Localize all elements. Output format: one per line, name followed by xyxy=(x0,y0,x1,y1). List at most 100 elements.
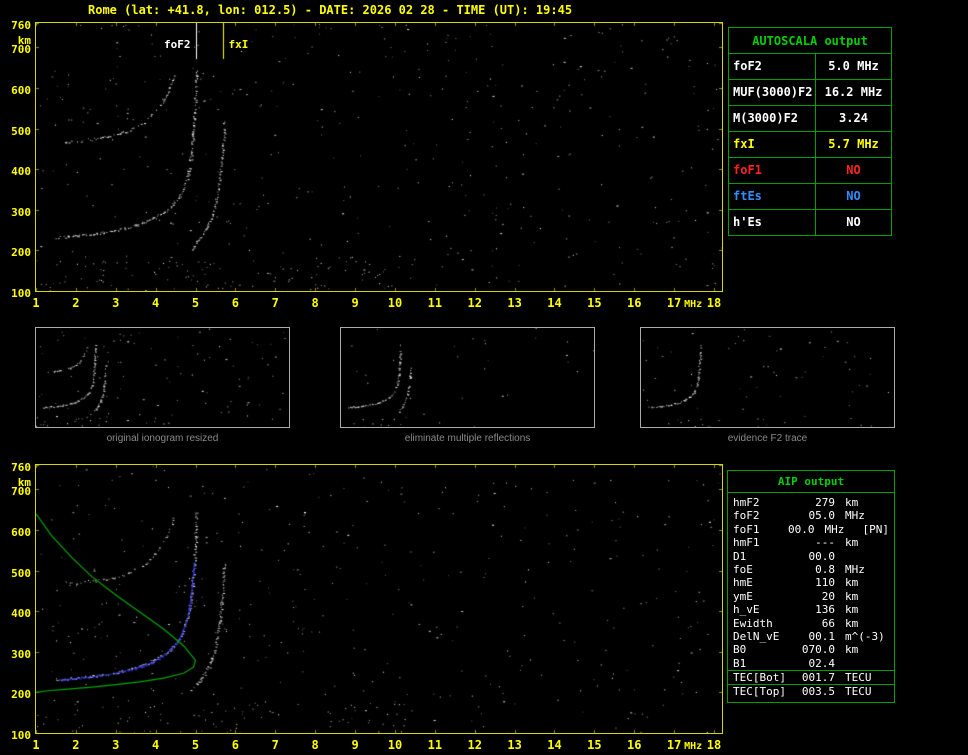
x-tick-label: 6 xyxy=(231,738,240,752)
aip-param-unit: MHz xyxy=(824,522,845,536)
autoscala-param-label: ftEs xyxy=(729,184,816,209)
aip-param-unit: TECU xyxy=(845,685,872,699)
x-tick-label: 14 xyxy=(547,738,562,752)
aip-param-value: 05.0 xyxy=(808,509,836,523)
x-tick-label: 3 xyxy=(112,296,120,310)
aip-param-unit: MHz xyxy=(845,509,865,523)
autoscala-row: h'Es NO xyxy=(729,210,891,235)
x-tick-label: 4 xyxy=(152,296,160,310)
autoscala-param-label: h'Es xyxy=(729,210,816,235)
y-tick-label: 300 xyxy=(11,647,31,661)
aip-param-value: 003.5 xyxy=(801,685,835,699)
autoscala-param-value: NO xyxy=(846,215,861,229)
autoscala-param-label: M(3000)F2 xyxy=(729,106,816,131)
aip-row: D1 00.0 xyxy=(728,550,894,563)
aip-param-label: DelN_vE xyxy=(733,629,780,643)
x-tick-label: 11 xyxy=(427,738,443,752)
thumbnail-canvas-eliminate-reflections xyxy=(341,328,594,427)
x-tick-label: 15 xyxy=(587,296,602,310)
aip-row: DelN_vE 00.1 m^(-3) xyxy=(728,630,894,643)
aip-param-label: Ewidth xyxy=(733,616,773,630)
aip-param-unit: km xyxy=(845,536,859,550)
autoscala-param-label: foF1 xyxy=(729,158,816,183)
x-tick-label: 2 xyxy=(72,738,80,752)
aip-row: B0 070.0 km xyxy=(728,643,894,656)
aip-param-unit: km xyxy=(845,576,859,590)
aip-param-label: B1 xyxy=(733,656,747,670)
autoscala-param-value: NO xyxy=(846,189,861,203)
aip-table-title: AIP output xyxy=(728,471,894,493)
x-tick-label: 16 xyxy=(627,738,642,752)
ionogram-plot-bottom xyxy=(35,464,723,734)
thumbnail-original-ionogram xyxy=(35,327,290,428)
x-tick-label: 13 xyxy=(507,738,522,752)
autoscala-table-rows: foF2 5.0 MHz MUF(3000)F2 16.2 MHz M(3000)F2 3… xyxy=(729,54,891,235)
aip-row: foF2 05.0 MHz xyxy=(728,509,894,522)
autoscala-param-value: 5.7 MHz xyxy=(828,137,879,151)
x-tick-label: 18 xyxy=(706,296,722,310)
y-tick-label: 760 xyxy=(11,461,31,474)
x-tick-label: 17 xyxy=(666,738,682,752)
thumbnail-evidence-f2-trace xyxy=(640,327,895,428)
x-tick-label: 10 xyxy=(387,296,403,310)
x-tick-label: 6 xyxy=(231,296,240,310)
x-tick-label: 2 xyxy=(72,296,80,310)
autoscala-row: MUF(3000)F2 16.2 MHz xyxy=(729,80,891,106)
x-tick-label: 9 xyxy=(351,296,359,310)
x-tick-label: 5 xyxy=(191,738,200,752)
y-axis-unit-label: km xyxy=(17,476,31,489)
autoscala-param-value: 3.24 xyxy=(839,111,868,125)
x-tick-label: 7 xyxy=(271,738,279,752)
aip-param-label: hmF2 xyxy=(733,496,760,509)
aip-param-value: 20 xyxy=(821,589,835,603)
x-tick-label: 15 xyxy=(587,738,602,752)
aip-param-label: TEC[Bot] xyxy=(733,671,786,685)
aip-output-table: AIP output hmF2 279 km foF2 05.0 MHz foF1 00.0 M… xyxy=(727,470,895,703)
aip-row: TEC[Top] 003.5 TECU xyxy=(728,684,894,698)
autoscala-param-value: 5.0 MHz xyxy=(828,59,879,73)
thumbnail-canvas-evidence-f2 xyxy=(641,328,894,427)
y-tick-label: 500 xyxy=(11,566,31,580)
aip-param-value: 136 xyxy=(815,603,835,617)
autoscala-param-value: NO xyxy=(846,163,861,177)
aip-row: foE 0.8 MHz xyxy=(728,563,894,576)
aip-param-unit: m^(-3) xyxy=(845,629,885,643)
x-tick-label: 1 xyxy=(32,296,40,310)
y-tick-label: 400 xyxy=(11,165,31,179)
x-tick-label: 3 xyxy=(112,738,120,752)
aip-param-value: 070.0 xyxy=(801,643,835,657)
aip-param-unit: TECU xyxy=(845,671,872,685)
x-tick-label: 16 xyxy=(627,296,642,310)
aip-param-value: 00.1 xyxy=(808,629,836,643)
autoscala-param-label: fxI xyxy=(729,132,816,157)
x-tick-label: 1 xyxy=(32,738,40,752)
station-title: Rome (lat: +41.8, lon: 012.5) - DATE: 20… xyxy=(88,3,573,17)
aip-param-value: 02.4 xyxy=(808,656,836,670)
thumbnail-caption-original: original ionogram resized xyxy=(106,433,219,444)
aip-row: TEC[Bot] 001.7 TECU xyxy=(728,670,894,684)
ionogram-plot-top xyxy=(35,22,723,292)
aip-param-unit: km xyxy=(845,496,859,509)
y-tick-label: 300 xyxy=(11,205,31,219)
autoscala-row: ftEs NO xyxy=(729,184,891,210)
x-tick-label: 5 xyxy=(191,296,200,310)
y-tick-label: 200 xyxy=(11,246,31,260)
fxi-marker-label: fxI xyxy=(228,38,249,51)
aip-param-label: B0 xyxy=(733,643,747,657)
autoscala-row: fxI 5.7 MHz xyxy=(729,132,891,158)
aip-param-label: ymE xyxy=(733,589,753,603)
aip-row: hmF1 --- km xyxy=(728,536,894,549)
y-tick-label: 400 xyxy=(11,607,31,621)
x-tick-label: 4 xyxy=(152,738,160,752)
aip-param-label: hmE xyxy=(733,576,753,590)
thumbnail-caption-eliminate: eliminate multiple reflections xyxy=(404,433,531,444)
x-tick-label: 8 xyxy=(311,296,319,310)
x-axis-unit-label: MHz xyxy=(684,741,703,752)
aip-param-value: 00.0 xyxy=(808,549,836,563)
aip-param-label: foE xyxy=(733,562,753,576)
x-tick-label: 13 xyxy=(507,296,522,310)
thumbnail-canvas-original xyxy=(36,328,289,427)
aip-param-unit xyxy=(835,657,885,670)
aip-param-label: foF1 xyxy=(733,522,760,536)
y-axis-unit-label: km xyxy=(17,34,31,47)
